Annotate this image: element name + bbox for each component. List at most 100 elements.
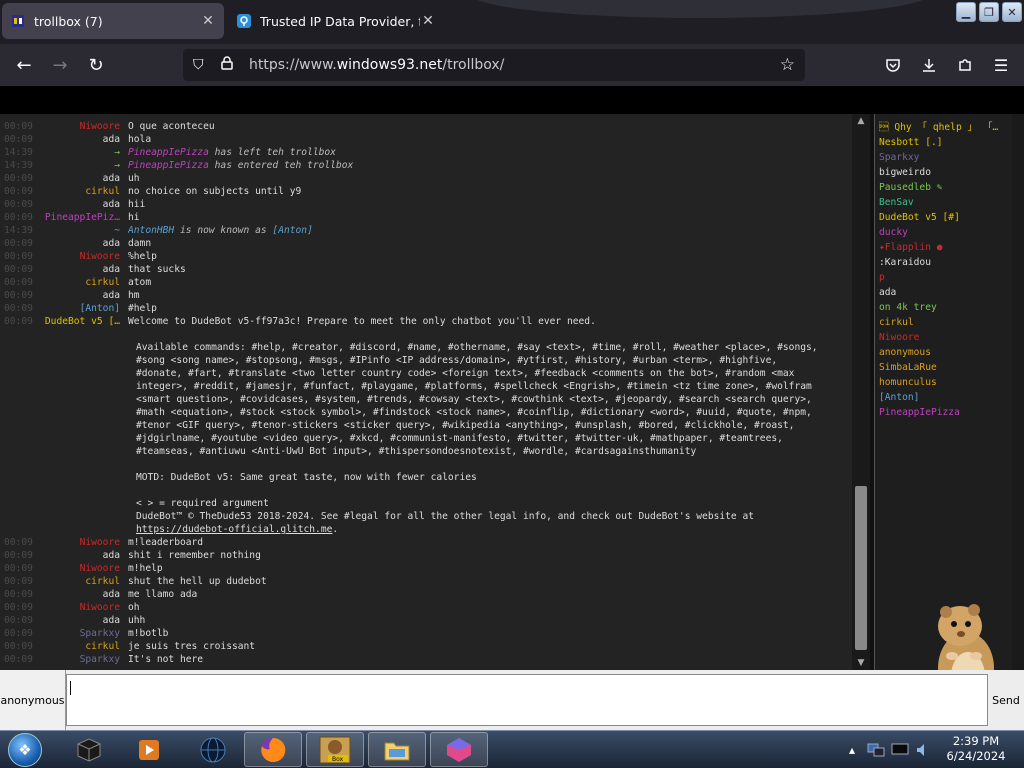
message-nick[interactable]: Niwoore <box>40 601 128 614</box>
message-nick[interactable]: ~ <box>40 224 128 237</box>
ipinfo-favicon-icon <box>236 13 252 29</box>
user-list-item[interactable]: anonymous <box>875 345 1024 360</box>
message-nick[interactable]: Niwoore <box>40 562 128 575</box>
user-list-item[interactable]: [Anton] <box>875 390 1024 405</box>
user-list-item[interactable]: DudeBot v5 [#] <box>875 210 1024 225</box>
message-nick[interactable]: Sparkxy <box>40 653 128 666</box>
shield-icon[interactable]: ⛉ <box>193 57 215 73</box>
nickname-button[interactable]: anonymous <box>0 670 66 730</box>
message-nick[interactable]: Niwoore <box>40 250 128 263</box>
user-list-item[interactable]: :Karaidou <box>875 255 1024 270</box>
message-nick[interactable]: [Anton] <box>40 302 128 315</box>
message-nick[interactable]: ada <box>40 198 128 211</box>
help-line: #jdgirlname, #youtube <video query>, #xk… <box>136 433 783 444</box>
pocket-icon[interactable] <box>878 49 908 81</box>
user-list-item[interactable]: cirkul <box>875 315 1024 330</box>
user-list-item[interactable]: Pausedleb ✎ <box>875 180 1024 195</box>
message-input[interactable] <box>66 674 988 726</box>
message-nick[interactable]: ada <box>40 289 128 302</box>
user-list-item[interactable]: bigweirdo <box>875 165 1024 180</box>
send-button[interactable]: Send <box>988 670 1024 730</box>
message-text: PineappIePizza has entered teh trollbox <box>128 159 852 172</box>
downloads-icon[interactable] <box>914 49 944 81</box>
message-nick[interactable]: PineappIePiz… <box>40 211 128 224</box>
dudebot-website-link[interactable]: https://dudebot-official.glitch.me <box>136 524 332 535</box>
tab-trollbox[interactable]: trollbox (7) ✕ <box>2 3 224 39</box>
user-list-item[interactable]: p <box>875 270 1024 285</box>
taskbar-gem-app-icon[interactable] <box>430 732 488 767</box>
system-actor[interactable]: AntonHBH <box>128 225 174 236</box>
message-nick[interactable]: ada <box>40 263 128 276</box>
display-icon[interactable] <box>890 740 910 760</box>
scroll-down-icon[interactable]: ▼ <box>852 656 870 670</box>
message-nick[interactable]: cirkul <box>40 276 128 289</box>
taskbar-cube-icon[interactable] <box>60 732 118 767</box>
bookmark-star-icon[interactable]: ☆ <box>780 55 795 75</box>
tab-close-icon[interactable]: ✕ <box>200 13 216 29</box>
close-window-icon[interactable]: ✕ <box>1002 2 1022 22</box>
reload-icon[interactable]: ↻ <box>78 49 114 81</box>
message-nick[interactable]: ada <box>40 237 128 250</box>
taskbar-box-app-icon[interactable]: Box <box>306 732 364 767</box>
user-list-item[interactable]: Niwoore <box>875 330 1024 345</box>
start-button[interactable]: ❖ <box>4 732 46 768</box>
message-nick[interactable]: ada <box>40 588 128 601</box>
message-nick[interactable]: Niwoore <box>40 120 128 133</box>
url-text[interactable]: https://www.windows93.net/trollbox/ <box>249 57 780 73</box>
system-actor[interactable]: PineappIePizza <box>128 160 209 171</box>
message-nick[interactable]: cirkul <box>40 640 128 653</box>
tab-title: Trusted IP Data Provider, from <box>260 13 420 29</box>
message-nick[interactable]: → <box>40 146 128 159</box>
forward-arrow-icon[interactable]: → <box>42 49 78 81</box>
message-nick[interactable]: ada <box>40 549 128 562</box>
scroll-thumb[interactable] <box>855 486 867 650</box>
tab-ipinfo[interactable]: Trusted IP Data Provider, from ✕ <box>228 3 444 39</box>
message-nick[interactable]: DudeBot v5 [… <box>40 315 128 328</box>
message-nick[interactable]: ada <box>40 133 128 146</box>
lock-icon[interactable] <box>221 56 243 74</box>
taskbar-media-player-icon[interactable] <box>120 732 178 767</box>
user-list-item[interactable]: ✦Flapplin ● <box>875 240 1024 255</box>
message-nick[interactable]: Sparkxy <box>40 627 128 640</box>
menu-icon[interactable]: ☰ <box>986 49 1016 81</box>
message-nick[interactable]: → <box>40 159 128 172</box>
system-target[interactable]: [Anton] <box>272 225 312 236</box>
tab-close-icon[interactable]: ✕ <box>420 13 436 29</box>
user-list-item[interactable]: BenSav <box>875 195 1024 210</box>
message-time: 00:09 <box>4 654 33 665</box>
user-list-item[interactable]: on 4k trey <box>875 300 1024 315</box>
system-actor[interactable]: PineappIePizza <box>128 147 209 158</box>
user-list-item[interactable]: SimbaLaRue <box>875 360 1024 375</box>
taskbar-folder-icon[interactable] <box>368 732 426 767</box>
taskbar-firefox-icon[interactable] <box>244 732 302 767</box>
titlebar-drag-area[interactable] <box>450 0 950 20</box>
chat-message: 00:09 Niwoore O que aconteceu <box>0 120 852 133</box>
network-icon[interactable] <box>866 740 886 760</box>
user-list-scrollbar[interactable] <box>1012 114 1024 670</box>
user-list-item[interactable]: Nesbott [.] <box>875 135 1024 150</box>
back-arrow-icon[interactable]: ← <box>6 49 42 81</box>
help-line <box>136 484 852 497</box>
user-list-item[interactable]: ducky <box>875 225 1024 240</box>
show-hidden-icons-icon[interactable]: ▴ <box>842 740 862 760</box>
taskbar-clock[interactable]: 2:39 PM 6/24/2024 <box>936 734 1016 766</box>
message-nick[interactable]: Niwoore <box>40 536 128 549</box>
message-nick[interactable]: ada <box>40 172 128 185</box>
message-nick[interactable]: cirkul <box>40 575 128 588</box>
user-list-item[interactable]: ada <box>875 285 1024 300</box>
extensions-icon[interactable] <box>950 49 980 81</box>
chat-scrollbar[interactable]: ▲ ▼ <box>852 114 870 670</box>
minimize-icon[interactable]: ▁ <box>956 2 976 22</box>
user-list-item[interactable]: Sparkxy <box>875 150 1024 165</box>
volume-icon[interactable] <box>914 740 934 760</box>
taskbar-globe-icon[interactable] <box>184 732 242 767</box>
message-nick[interactable]: cirkul <box>40 185 128 198</box>
user-list-item[interactable]: homunculus <box>875 375 1024 390</box>
user-list-item[interactable]:  Qhy 「 qhelp 」 「… <box>875 120 1024 135</box>
user-list-item[interactable]: PineappIePizza <box>875 405 1024 420</box>
address-bar[interactable]: ⛉ https://www.windows93.net/trollbox/ ☆ <box>183 49 805 81</box>
message-nick[interactable]: ada <box>40 614 128 627</box>
help-line: < > = required argument <box>136 498 269 509</box>
restore-icon[interactable]: ❐ <box>979 2 999 22</box>
scroll-up-icon[interactable]: ▲ <box>852 114 870 128</box>
